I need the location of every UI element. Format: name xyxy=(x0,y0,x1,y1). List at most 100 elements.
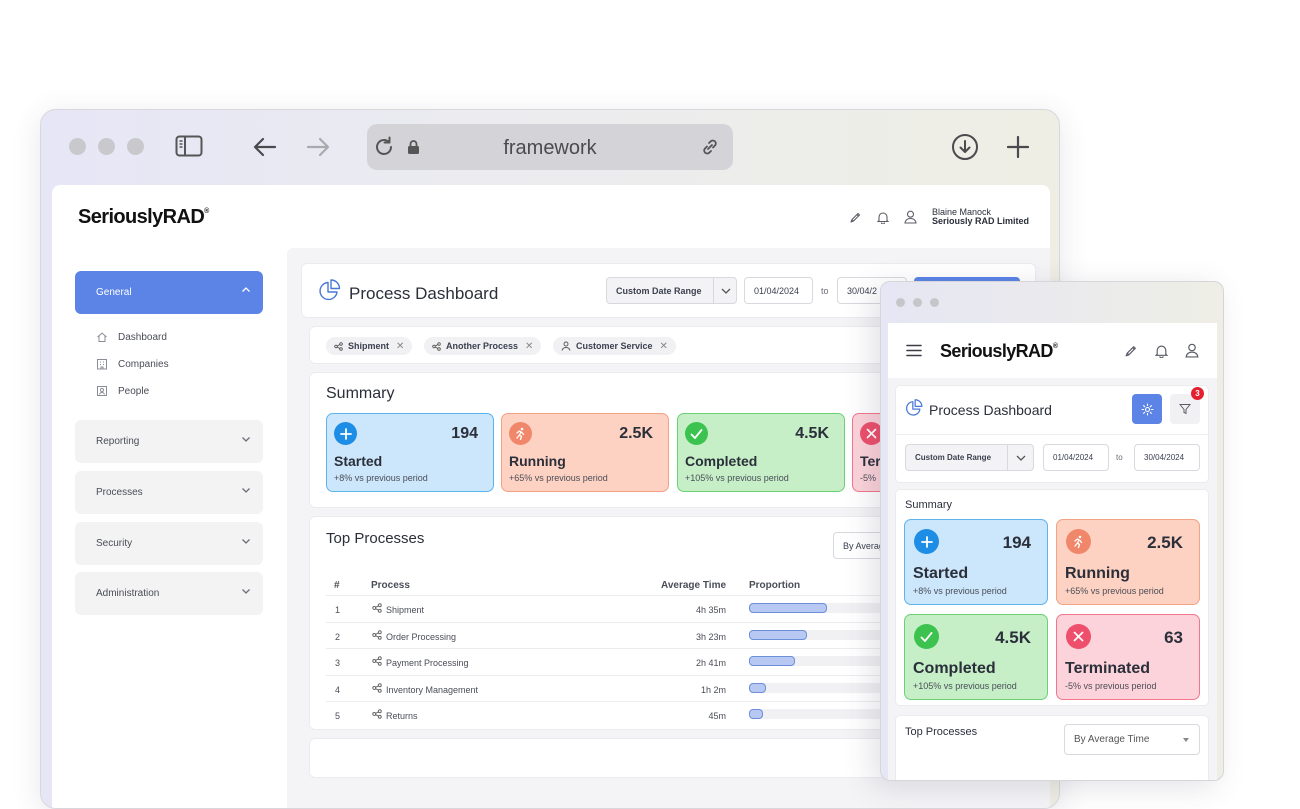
date-to-input[interactable]: 30/04/2024 xyxy=(1134,444,1200,471)
bell-icon[interactable] xyxy=(877,211,889,224)
date-from-input[interactable]: 01/04/2024 xyxy=(1043,444,1109,471)
window-minimize-dot[interactable] xyxy=(913,298,922,307)
app-logo[interactable]: SeriouslyRAD® xyxy=(78,206,209,229)
table-row[interactable]: 2 Order Processing 3h 23m xyxy=(326,621,919,648)
bell-icon[interactable] xyxy=(1155,344,1168,358)
sidebar-item-companies[interactable]: Companies xyxy=(96,358,169,370)
column-header[interactable]: Process xyxy=(371,580,410,591)
link-icon[interactable] xyxy=(699,136,721,158)
close-icon[interactable]: ✕ xyxy=(396,341,404,352)
sidebar-group-general[interactable]: General xyxy=(75,271,263,314)
stat-change: +105% vs previous period xyxy=(913,681,1017,691)
stat-card-started[interactable]: 194 Started +8% vs previous period xyxy=(904,519,1048,605)
process-icon xyxy=(334,341,343,351)
forward-arrow-icon[interactable] xyxy=(306,137,330,157)
table-row[interactable]: 5 Returns 45m xyxy=(326,701,919,727)
user-icon[interactable] xyxy=(1185,343,1199,358)
divider xyxy=(896,434,1208,435)
settings-button[interactable] xyxy=(1132,394,1162,424)
table-row[interactable]: 1 Shipment 4h 35m xyxy=(326,595,919,621)
table-row[interactable]: 3 Payment Processing 2h 41m xyxy=(326,648,919,674)
window-zoom-dot[interactable] xyxy=(127,138,144,155)
row-process-name[interactable]: Shipment xyxy=(386,605,424,615)
row-process-name[interactable]: Order Processing xyxy=(386,632,456,642)
proportion-bar-fill xyxy=(749,629,807,640)
pie-chart-icon xyxy=(905,399,923,417)
sidebar-group-processes[interactable]: Processes xyxy=(75,471,263,514)
sort-select[interactable]: By Average Time xyxy=(1064,724,1200,755)
hamburger-menu-icon[interactable] xyxy=(906,344,922,357)
pie-chart-icon xyxy=(318,279,341,302)
user-info[interactable]: Blaine Manock Seriously RAD Limited xyxy=(932,208,1029,226)
sidebar-item-label: People xyxy=(118,385,150,397)
sidebar-item-label: Dashboard xyxy=(118,331,167,343)
row-average-time: 45m xyxy=(708,711,726,721)
summary-title: Summary xyxy=(326,385,395,402)
date-range-select[interactable]: Custom Date Range xyxy=(606,277,737,304)
proportion-bar-fill xyxy=(749,682,766,693)
row-process-name[interactable]: Returns xyxy=(386,711,418,721)
window-close-dot[interactable] xyxy=(896,298,905,307)
close-icon[interactable]: ✕ xyxy=(660,341,668,352)
top-processes-title: Top Processes xyxy=(905,726,978,738)
dashboard-header: Process Dashboard 3 Custom Date Range 01… xyxy=(895,385,1209,483)
address-bar[interactable]: framework xyxy=(367,124,733,170)
date-range-select[interactable]: Custom Date Range xyxy=(905,444,1034,471)
window-zoom-dot[interactable] xyxy=(930,298,939,307)
row-process-name[interactable]: Inventory Management xyxy=(386,685,478,695)
user-icon[interactable] xyxy=(904,210,917,224)
summary-title: Summary xyxy=(905,499,953,511)
filter-chip-label: Shipment xyxy=(348,341,390,351)
back-arrow-icon[interactable] xyxy=(253,137,277,157)
close-icon[interactable]: ✕ xyxy=(525,341,533,352)
row-rank: 2 xyxy=(335,631,341,642)
date-from-input[interactable]: 01/04/2024 xyxy=(744,277,813,304)
stat-change: +65% vs previous period xyxy=(509,473,608,483)
theme-brush-icon[interactable] xyxy=(849,211,862,224)
app-logo[interactable]: SeriouslyRAD® xyxy=(940,341,1058,362)
process-icon xyxy=(372,709,382,719)
stat-card-running[interactable]: 2.5K Running +65% vs previous period xyxy=(501,413,669,492)
row-rank: 5 xyxy=(335,711,341,721)
window-minimize-dot[interactable] xyxy=(98,138,115,155)
download-icon[interactable] xyxy=(951,133,979,161)
page-title: Process Dashboard xyxy=(929,402,1052,418)
sidebar-item-people[interactable]: People xyxy=(96,385,149,397)
process-icon xyxy=(372,629,382,640)
chevron-down-icon xyxy=(1016,454,1026,462)
column-header[interactable]: Average Time xyxy=(661,580,726,591)
caret-down-icon xyxy=(1183,738,1189,742)
stat-label: Started xyxy=(334,453,383,469)
stat-change: -5% xyxy=(860,473,877,483)
stat-card-completed[interactable]: 4.5K Completed +105% vs previous period xyxy=(677,413,845,492)
new-tab-icon[interactable] xyxy=(1007,136,1029,158)
stat-label: Completed xyxy=(913,660,996,677)
sidebar-group-administration[interactable]: Administration xyxy=(75,572,263,615)
date-range-label: Custom Date Range xyxy=(616,285,702,296)
url-text[interactable]: framework xyxy=(367,137,733,160)
theme-brush-icon[interactable] xyxy=(1124,344,1138,358)
stat-card-running[interactable]: 2.5K Running +65% vs previous period xyxy=(1056,519,1200,605)
checkmark-icon xyxy=(685,422,708,445)
sidebar-group-security[interactable]: Security xyxy=(75,522,263,565)
funnel-icon xyxy=(1179,403,1191,415)
stat-label: Terminated xyxy=(1065,660,1151,677)
row-process-name[interactable]: Payment Processing xyxy=(386,658,469,668)
sidebar-group-reporting[interactable]: Reporting xyxy=(75,420,263,463)
row-average-time: 1h 2m xyxy=(700,684,726,695)
filter-chip-label: Another Process xyxy=(446,341,519,351)
filter-chip[interactable]: Customer Service ✕ xyxy=(553,337,676,355)
sidebar-group-label: Security xyxy=(96,538,133,549)
sidebar-toggle-icon[interactable] xyxy=(175,135,203,157)
stat-card-started[interactable]: 194 Started +8% vs previous period xyxy=(326,413,494,492)
date-range-label: Custom Date Range xyxy=(915,453,992,462)
stat-card-terminated[interactable]: 63 Terminated -5% vs previous period xyxy=(1056,614,1200,700)
window-close-dot[interactable] xyxy=(69,138,86,155)
stat-card-completed[interactable]: 4.5K Completed +105% vs previous period xyxy=(904,614,1048,700)
sidebar-item-dashboard[interactable]: Dashboard xyxy=(96,331,167,343)
table-row[interactable]: 4 Inventory Management 1h 2m xyxy=(326,674,919,701)
filter-chip[interactable]: Another Process ✕ xyxy=(424,337,542,355)
filter-chip[interactable]: Shipment ✕ xyxy=(326,337,413,355)
row-rank: 1 xyxy=(335,605,341,615)
building-icon xyxy=(96,358,108,370)
